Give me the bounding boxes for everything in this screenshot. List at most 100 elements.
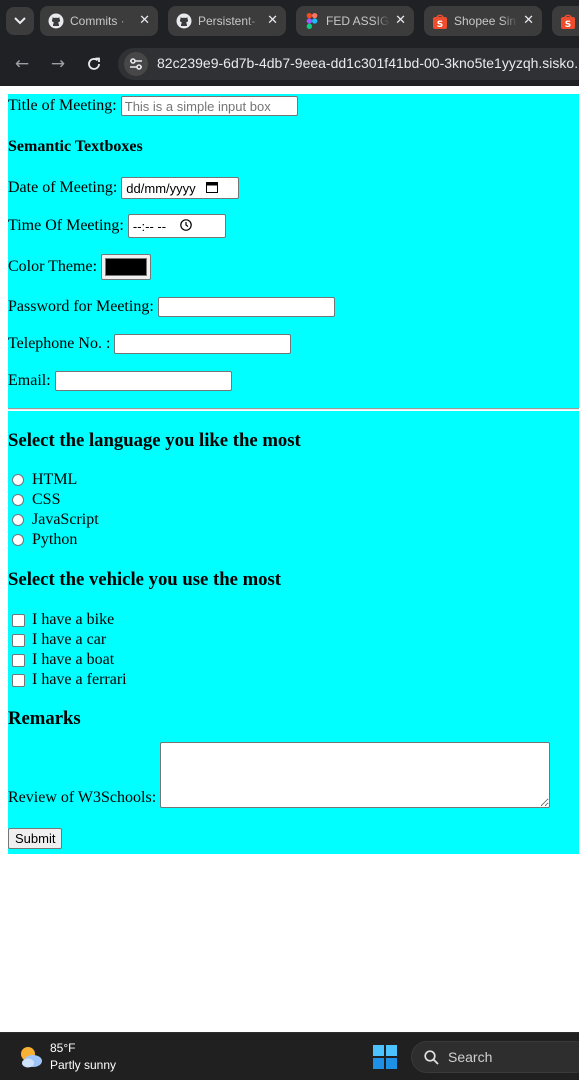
tab-title: Shopee Sin bbox=[454, 14, 517, 28]
radio-button[interactable] bbox=[12, 534, 24, 546]
telephone-row: Telephone No. : bbox=[8, 334, 292, 354]
title-input[interactable] bbox=[120, 96, 298, 116]
preferences-section: Select the language you like the most HT… bbox=[8, 411, 579, 854]
forward-icon[interactable]: → bbox=[46, 52, 70, 76]
password-label: Password for Meeting: bbox=[8, 298, 154, 315]
date-label: Date of Meeting: bbox=[8, 179, 118, 196]
checkbox[interactable] bbox=[12, 653, 25, 667]
checkbox[interactable] bbox=[12, 633, 25, 647]
password-row: Password for Meeting: bbox=[8, 297, 335, 317]
language-option[interactable]: Python bbox=[12, 531, 77, 549]
tab-title: Commits · bbox=[70, 14, 125, 28]
taskbar-search[interactable]: Search bbox=[411, 1041, 579, 1073]
email-input[interactable] bbox=[54, 371, 232, 391]
vehicle-heading: Select the vehicle you use the most bbox=[8, 569, 281, 590]
vehicle-label: I have a boat bbox=[32, 651, 115, 668]
vehicle-option[interactable]: I have a ferrari bbox=[12, 671, 127, 689]
telephone-label: Telephone No. : bbox=[8, 335, 111, 352]
svg-text:S: S bbox=[437, 20, 443, 29]
svg-text:S: S bbox=[565, 20, 571, 29]
calendar-icon[interactable] bbox=[205, 181, 218, 196]
search-label: Search bbox=[448, 1049, 493, 1065]
figma-icon bbox=[304, 13, 320, 29]
language-label: JavaScript bbox=[32, 511, 99, 528]
address-bar: ← → 82c239e9-6d7b-4db7-9eea-dd1c301f41bd… bbox=[0, 42, 579, 86]
time-row: Time Of Meeting: --:-- -- bbox=[8, 214, 226, 238]
close-icon[interactable]: ✕ bbox=[523, 13, 534, 28]
tab-shopee[interactable]: S Shopee Sin ✕ bbox=[424, 6, 542, 36]
radio-button[interactable] bbox=[12, 494, 24, 506]
weather-description[interactable]: Partly sunny bbox=[50, 1058, 116, 1072]
tab-title: FED ASSIGN bbox=[326, 14, 390, 28]
checkbox[interactable] bbox=[12, 613, 25, 627]
date-row: Date of Meeting: dd/mm/yyyy bbox=[8, 177, 240, 199]
shopee-icon: S bbox=[432, 13, 448, 29]
chevron-down-icon bbox=[14, 17, 26, 25]
vehicle-label: I have a car bbox=[32, 631, 107, 648]
clock-icon[interactable] bbox=[180, 218, 192, 234]
review-textarea[interactable] bbox=[160, 742, 551, 808]
email-label: Email: bbox=[8, 372, 51, 389]
time-placeholder: --:-- -- bbox=[132, 218, 167, 234]
color-swatch-fill bbox=[105, 258, 148, 276]
tab-fed-assign[interactable]: FED ASSIGN ✕ bbox=[296, 6, 414, 36]
title-label: Title of Meeting: bbox=[8, 97, 117, 114]
radio-button[interactable] bbox=[12, 514, 24, 526]
language-option[interactable]: JavaScript bbox=[12, 511, 99, 529]
submit-button[interactable]: Submit bbox=[8, 828, 63, 849]
date-placeholder: dd/mm/yyyy bbox=[126, 180, 196, 196]
omnibox[interactable]: 82c239e9-6d7b-4db7-9eea-dd1c301f41bd-00-… bbox=[118, 48, 579, 80]
vehicle-label: I have a ferrari bbox=[32, 671, 127, 688]
close-icon[interactable]: ✕ bbox=[267, 13, 278, 28]
tab-title: Persistent- bbox=[198, 14, 256, 28]
submit-row: Submit bbox=[8, 828, 63, 849]
language-label: HTML bbox=[32, 471, 78, 488]
divider bbox=[8, 408, 579, 410]
shopee-icon: S bbox=[560, 13, 576, 29]
reload-icon[interactable] bbox=[82, 52, 106, 76]
vehicle-label: I have a bike bbox=[32, 611, 115, 628]
review-label: Review of W3Schools: bbox=[8, 789, 157, 806]
review-row: Review of W3Schools: bbox=[8, 742, 551, 808]
tab-strip: Commits · ✕ Persistent- ✕ FED ASSIGN ✕ S… bbox=[0, 0, 579, 42]
color-row: Color Theme: bbox=[8, 254, 152, 280]
date-input[interactable]: dd/mm/yyyy bbox=[121, 177, 240, 199]
tab-shopee-2[interactable]: S bbox=[552, 6, 579, 36]
color-picker[interactable] bbox=[101, 254, 152, 280]
close-icon[interactable]: ✕ bbox=[395, 13, 406, 28]
taskbar: 85°F Partly sunny Search bbox=[0, 1032, 579, 1080]
site-info-icon[interactable] bbox=[124, 52, 148, 76]
color-label: Color Theme: bbox=[8, 258, 98, 275]
language-label: Python bbox=[32, 531, 78, 548]
vehicle-option[interactable]: I have a bike bbox=[12, 611, 114, 629]
vehicle-option[interactable]: I have a boat bbox=[12, 651, 114, 669]
language-heading: Select the language you like the most bbox=[8, 430, 301, 451]
tab-commits[interactable]: Commits · ✕ bbox=[40, 6, 158, 36]
remarks-heading: Remarks bbox=[8, 708, 81, 729]
meeting-form-section: Title of Meeting: Semantic Textboxes Dat… bbox=[8, 94, 579, 408]
language-option[interactable]: HTML bbox=[12, 471, 77, 489]
email-row: Email: bbox=[8, 371, 232, 391]
vehicle-option[interactable]: I have a car bbox=[12, 631, 106, 649]
url-text: 82c239e9-6d7b-4db7-9eea-dd1c301f41bd-00-… bbox=[157, 55, 579, 71]
tab-search-button[interactable] bbox=[6, 7, 34, 35]
github-icon bbox=[48, 13, 64, 29]
password-input[interactable] bbox=[157, 297, 335, 317]
language-label: CSS bbox=[32, 491, 61, 508]
language-option[interactable]: CSS bbox=[12, 491, 60, 509]
time-label: Time Of Meeting: bbox=[8, 217, 124, 234]
checkbox[interactable] bbox=[12, 673, 25, 687]
time-input[interactable]: --:-- -- bbox=[127, 214, 226, 238]
github-icon bbox=[176, 13, 192, 29]
weather-temperature[interactable]: 85°F bbox=[50, 1041, 75, 1055]
close-icon[interactable]: ✕ bbox=[139, 13, 150, 28]
semantic-heading: Semantic Textboxes bbox=[8, 138, 143, 155]
telephone-input[interactable] bbox=[114, 334, 292, 354]
search-icon bbox=[424, 1050, 439, 1065]
back-icon[interactable]: ← bbox=[10, 52, 34, 76]
partly-sunny-icon[interactable] bbox=[16, 1042, 46, 1072]
windows-start-icon[interactable] bbox=[373, 1045, 397, 1069]
radio-button[interactable] bbox=[12, 474, 24, 486]
tab-persistent[interactable]: Persistent- ✕ bbox=[168, 6, 286, 36]
title-row: Title of Meeting: bbox=[8, 96, 298, 116]
